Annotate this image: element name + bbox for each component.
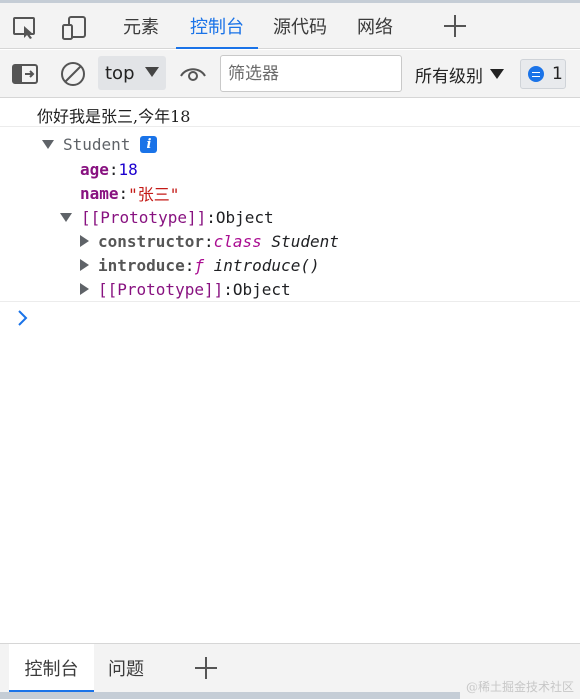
chevron-down-icon	[490, 69, 504, 79]
issues-count: 1	[552, 64, 563, 84]
add-drawer-tab-icon[interactable]	[195, 657, 217, 679]
tab-network[interactable]: 网络	[352, 3, 398, 49]
property-separator: :	[108, 159, 119, 179]
issues-button[interactable]: 1	[520, 59, 566, 89]
device-toolbar-icon[interactable]	[59, 13, 89, 43]
tab-console-label: 控制台	[190, 17, 244, 38]
object-header[interactable]: Student i	[42, 132, 158, 156]
tab-sources-label: 源代码	[273, 17, 327, 38]
clear-console-icon[interactable]	[58, 59, 88, 89]
tab-network-label: 网络	[357, 17, 393, 38]
context-selector[interactable]: top	[98, 56, 166, 90]
tab-sources[interactable]: 源代码	[268, 3, 332, 49]
tab-elements[interactable]: 元素	[118, 3, 164, 49]
property-separator: :	[203, 231, 214, 251]
tab-console[interactable]: 控制台	[176, 3, 258, 49]
context-selector-value: top	[105, 62, 135, 84]
inspect-element-icon[interactable]	[10, 13, 40, 43]
drawer-tab-console-label: 控制台	[24, 659, 79, 680]
console-toolbar: top 所有级别 1	[0, 50, 580, 98]
prototype-label: [[Prototype]]	[81, 207, 207, 227]
live-expression-eye-icon[interactable]	[178, 59, 208, 89]
property-value: Object	[232, 279, 291, 299]
prompt-chevron-icon	[18, 310, 28, 326]
info-icon[interactable]: i	[140, 135, 158, 153]
chevron-down-icon	[145, 67, 159, 77]
prototype-child-row[interactable]: introduce : ƒ introduce()	[80, 253, 320, 277]
log-levels-label: 所有级别	[415, 66, 483, 87]
drawer-tab-issues-label: 问题	[108, 659, 144, 680]
prototype-value: Object	[215, 207, 274, 227]
object-property-row: name : "张三"	[80, 181, 179, 205]
prototype-child-row[interactable]: [[Prototype]] : Object	[80, 277, 291, 301]
devtools-tabbar: 元素 控制台 源代码 网络	[0, 3, 580, 49]
expand-arrow-down-icon[interactable]	[60, 212, 72, 222]
window-bottom-border	[0, 692, 460, 699]
object-class-name: Student	[63, 134, 131, 154]
expand-arrow-down-icon[interactable]	[42, 139, 54, 149]
expand-arrow-right-icon[interactable]	[80, 235, 89, 247]
property-key: constructor	[98, 231, 204, 251]
property-key: [[Prototype]]	[98, 279, 224, 299]
filter-input[interactable]	[220, 55, 402, 92]
log-levels-dropdown[interactable]: 所有级别	[415, 58, 504, 90]
property-key: name	[80, 183, 119, 203]
property-separator: :	[184, 255, 195, 275]
tab-elements-label: 元素	[123, 17, 159, 38]
property-separator: :	[223, 279, 233, 299]
property-key: age	[80, 159, 109, 179]
active-tab-underline	[176, 47, 258, 49]
property-value: "张三"	[128, 185, 180, 204]
prototype-row[interactable]: [[Prototype]] : Object	[60, 205, 274, 229]
console-prompt[interactable]	[17, 309, 29, 331]
watermark: @稀土掘金技术社区	[465, 680, 574, 694]
prototype-child-row[interactable]: constructor : class Student	[80, 229, 339, 253]
sidebar-toggle-icon[interactable]	[10, 59, 40, 89]
property-value: introduce()	[213, 255, 320, 275]
expand-arrow-right-icon[interactable]	[80, 283, 89, 295]
expand-arrow-right-icon[interactable]	[80, 259, 89, 271]
property-key: introduce	[98, 255, 185, 275]
issues-icon	[528, 66, 544, 82]
console-object-entry: Student i age : 18 name : "张三" [[Prototy…	[0, 128, 580, 302]
property-separator: :	[118, 183, 129, 203]
console-message: 你好我是张三,今年18	[0, 99, 580, 127]
property-value: 18	[118, 159, 138, 179]
add-tab-icon[interactable]	[444, 15, 466, 37]
property-keyword: ƒ	[194, 255, 204, 275]
prototype-separator: :	[206, 207, 216, 227]
property-value: Student	[271, 231, 339, 251]
drawer-tab-console[interactable]: 控制台	[9, 644, 94, 692]
drawer-tab-issues[interactable]: 问题	[100, 644, 152, 692]
object-property-row: age : 18	[80, 157, 138, 181]
console-message-text: 你好我是张三,今年18	[37, 107, 191, 126]
property-keyword: class	[213, 231, 262, 251]
